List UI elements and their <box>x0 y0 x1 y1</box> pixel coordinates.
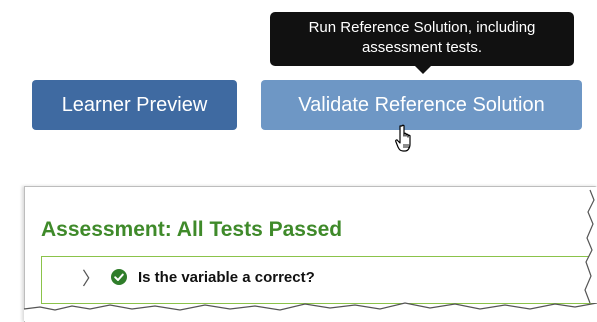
validate-tooltip: Run Reference Solution, including assess… <box>270 12 574 66</box>
learner-preview-button[interactable]: Learner Preview <box>32 80 237 130</box>
assessment-title: Assessment: All Tests Passed <box>41 218 343 241</box>
test-row[interactable]: 〉 Is the variable a correct? <box>41 256 597 304</box>
tooltip-line-2: assessment tests. <box>361 39 483 56</box>
assessment-panel: Assessment: All Tests Passed 〉 Is the va… <box>24 186 597 322</box>
chevron-right-icon[interactable]: 〉 <box>82 270 100 288</box>
hand-pointer-icon <box>395 124 411 152</box>
test-label: Is the variable a correct? <box>138 269 315 286</box>
tooltip-arrow <box>415 66 431 74</box>
tooltip-line-1: Run Reference Solution, including <box>308 19 536 36</box>
check-circle-icon <box>111 269 127 285</box>
validate-reference-solution-button[interactable]: Validate Reference Solution <box>261 80 582 130</box>
